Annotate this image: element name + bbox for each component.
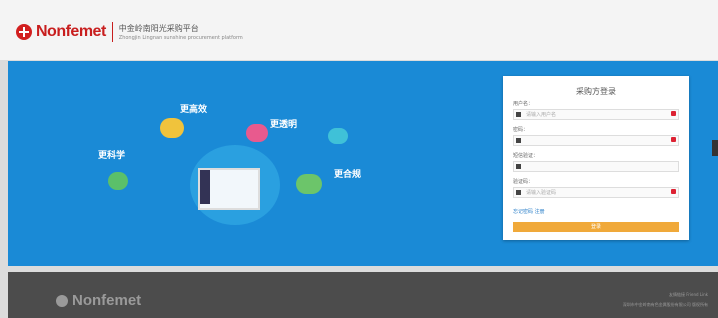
username-label: 用户名： <box>513 101 534 107</box>
brand-logo[interactable]: Nonfemet 中金岭南阳光采购平台 Zhongjin Lingnan sun… <box>16 22 243 42</box>
forgot-register-link[interactable]: 忘记密码 注册 <box>513 208 545 215</box>
header: Nonfemet 中金岭南阳光采购平台 Zhongjin Lingnan sun… <box>0 0 718 60</box>
brand-name: Nonfemet <box>36 23 106 40</box>
password-input[interactable] <box>513 135 679 146</box>
footer-brand-name: Nonfemet <box>72 292 142 309</box>
cloud-icon <box>160 118 184 138</box>
login-panel: 采购方登录 用户名： 请输入用户名 密码： 短信验证： 验证码： 请输入验证码 … <box>503 76 689 240</box>
warning-icon <box>671 111 676 116</box>
login-title: 采购方登录 <box>576 87 616 96</box>
sms-input[interactable] <box>513 161 679 172</box>
lock-icon <box>516 138 521 143</box>
user-icon <box>516 112 521 117</box>
logo-divider <box>111 22 113 42</box>
tag-compliant: 更合规 <box>334 170 362 180</box>
footer-logo: Nonfemet <box>56 292 141 309</box>
cloud-icon <box>108 172 128 190</box>
username-input[interactable]: 请输入用户名 <box>513 109 679 120</box>
captcha-input[interactable]: 请输入验证码 <box>513 187 679 198</box>
footer: Nonfemet 友情链接 Friend Link 深圳市中金岭南有色金属股份有… <box>8 272 718 318</box>
logo-mark-icon <box>16 24 32 40</box>
footer-links[interactable]: 友情链接 Friend Link <box>669 292 708 298</box>
warning-icon <box>671 189 676 194</box>
footer-copyright: 深圳市中金岭南有色金属股份有限公司 版权所有 <box>622 302 708 307</box>
screen-sidebar <box>200 170 210 204</box>
tag-efficient: 更高效 <box>180 105 208 115</box>
platform-subtitle: Zhongjin Lingnan sunshine procurement pl… <box>118 35 243 41</box>
side-scroll-tab[interactable] <box>712 140 718 156</box>
cloud-icon <box>246 124 268 142</box>
cloud-icon <box>328 128 348 144</box>
platform-title: 中金岭南阳光采购平台 <box>118 24 199 33</box>
captcha-label: 验证码： <box>513 179 534 185</box>
tag-scientific: 更科学 <box>98 151 126 161</box>
warning-icon <box>671 137 676 142</box>
login-button[interactable]: 登录 <box>513 222 679 232</box>
sms-label: 短信验证： <box>513 153 539 159</box>
shield-icon <box>516 190 521 195</box>
phone-icon <box>516 164 521 169</box>
username-placeholder: 请输入用户名 <box>526 112 557 118</box>
footer-logo-icon <box>56 294 68 307</box>
cloud-icon <box>296 174 322 194</box>
password-label: 密码： <box>513 127 529 133</box>
captcha-placeholder: 请输入验证码 <box>526 190 557 196</box>
tag-transparent: 更透明 <box>270 120 298 130</box>
